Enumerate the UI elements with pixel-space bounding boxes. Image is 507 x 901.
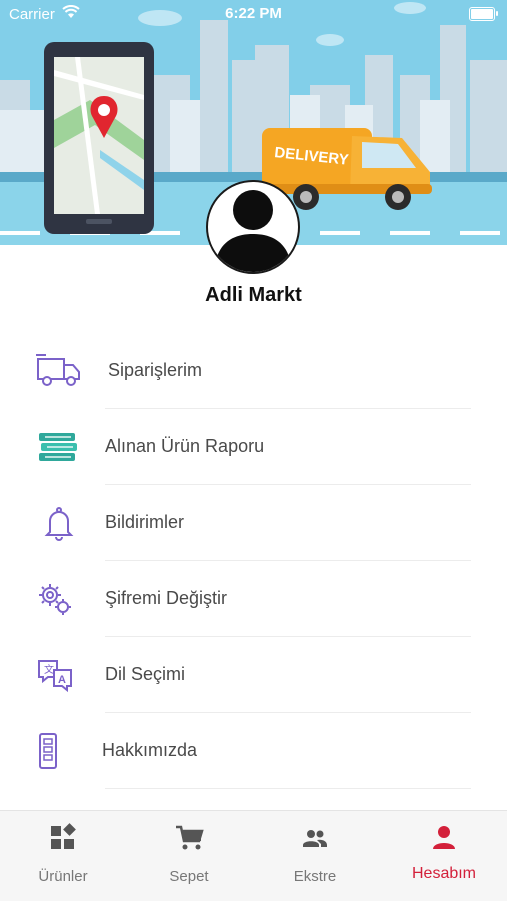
profile-avatar[interactable] — [206, 180, 300, 274]
status-bar: Carrier 6:22 PM — [0, 0, 507, 28]
menu-item-notifications[interactable]: Bildirimler — [0, 485, 507, 561]
menu-item-label: Alınan Ürün Raporu — [105, 436, 265, 456]
menu-item-label: Siparişlerim — [108, 360, 203, 380]
cart-icon — [176, 825, 204, 850]
tab-cart[interactable]: Sepet — [126, 811, 252, 901]
gears-icon — [39, 584, 71, 615]
menu-item-label: Şifremi Değiştir — [105, 588, 228, 608]
menu-item-label: Dil Seçimi — [105, 664, 186, 684]
svg-text:A: A — [58, 674, 66, 686]
menu-item-language[interactable]: 文 A Dil Seçimi — [0, 637, 507, 713]
people-icon — [303, 830, 327, 847]
person-icon — [433, 826, 455, 849]
menu-item-product-report[interactable]: Alınan Ürün Raporu — [0, 409, 507, 485]
profile-name: Adli Markt — [205, 284, 302, 306]
bell-icon — [44, 507, 74, 541]
tab-products[interactable]: Ürünler — [0, 811, 126, 901]
tab-bar: Ürünler Sepet Ekstre Hesabım — [0, 810, 507, 901]
tab-label: Ekstre — [293, 868, 337, 885]
divider — [105, 788, 471, 789]
menu-item-label: Bildirimler — [105, 512, 185, 532]
battery-icon — [469, 7, 498, 21]
user-silhouette-icon — [214, 190, 292, 272]
account-menu: Siparişlerim Alınan Ürün Raporu Bildirim… — [0, 333, 507, 789]
stacked-books-icon — [39, 433, 77, 461]
menu-item-about[interactable]: Hakkımızda — [0, 713, 507, 789]
products-grid-icon — [51, 823, 76, 849]
translate-icon: 文 A — [38, 660, 72, 693]
tab-label: Sepet — [169, 868, 209, 885]
delivery-truck-icon — [36, 354, 80, 386]
document-icon — [39, 733, 57, 769]
status-time: 6:22 PM — [225, 5, 282, 22]
menu-item-label: Hakkımızda — [102, 740, 198, 760]
menu-item-orders[interactable]: Siparişlerim — [0, 333, 507, 409]
tab-statement[interactable]: Ekstre — [252, 811, 378, 901]
svg-text:文: 文 — [44, 663, 54, 676]
tab-label: Ürünler — [38, 868, 88, 885]
tab-account[interactable]: Hesabım — [381, 811, 507, 901]
menu-item-change-password[interactable]: Şifremi Değiştir — [0, 561, 507, 637]
tab-label: Hesabım — [411, 865, 477, 882]
